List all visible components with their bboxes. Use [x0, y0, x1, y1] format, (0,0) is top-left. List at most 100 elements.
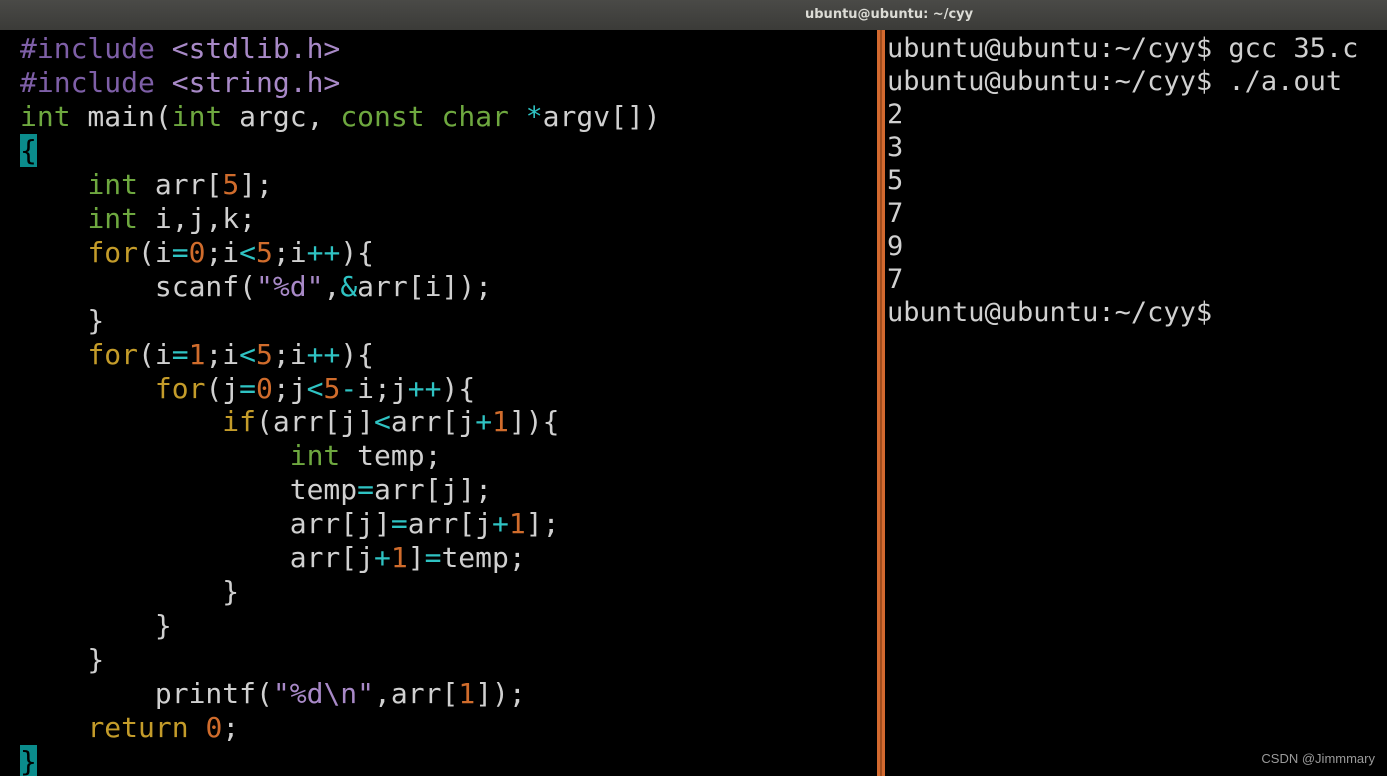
code-token: ;i: [205, 235, 240, 269]
code-token: ++: [306, 337, 341, 371]
code-token: *: [525, 99, 543, 133]
code-token: ];: [239, 167, 273, 201]
code-token: #include: [20, 32, 172, 65]
code-token: #include: [20, 65, 172, 99]
code-line: }: [20, 744, 37, 776]
code-line: arr[j]=arr[j+1];: [20, 507, 560, 541]
code-token: scanf(: [20, 269, 257, 303]
code-token: arr[j]: [20, 507, 391, 541]
code-token: ;i: [272, 337, 307, 371]
code-line: }: [20, 609, 172, 643]
code-token: <: [239, 337, 257, 371]
code-token: for: [87, 235, 139, 269]
code-token: const: [340, 99, 425, 133]
code-line: int temp;: [20, 439, 442, 473]
code-line: #include <stdlib.h>: [20, 32, 340, 66]
code-token: =: [239, 371, 257, 405]
vim-editor-pane[interactable]: #include <stdlib.h> #include <string.h> in…: [0, 30, 877, 776]
terminal-line: 5: [887, 165, 904, 196]
code-line: int arr[5];: [20, 167, 273, 202]
code-token: int: [289, 439, 341, 473]
code-token: <: [374, 405, 391, 439]
code-line: for(j=0;j<5-i;j++){: [20, 372, 475, 406]
code-token: <string.h>: [171, 65, 341, 99]
code-token: int: [87, 167, 139, 201]
code-token: "%d": [256, 269, 324, 303]
code-token: (i: [138, 337, 172, 371]
code-line: }: [20, 575, 239, 609]
code-line: int main(int argc, const char *argv[]): [20, 100, 661, 134]
code-token: int: [20, 99, 71, 133]
code-token: +: [492, 507, 509, 541]
terminal-window: ubuntu@ubuntu: ~/cyy #include <stdlib.h>…: [0, 0, 1387, 776]
code-token: argv[]): [542, 99, 661, 133]
code-token: ;i: [272, 235, 307, 269]
code-line: for(i=1;i<5;i++){: [20, 338, 374, 372]
watermark: CSDN @Jimmmary: [1261, 751, 1375, 766]
code-token: printf(: [20, 677, 273, 711]
code-token: arr[: [138, 167, 223, 201]
code-token: 5: [323, 371, 341, 405]
title-bar[interactable]: ubuntu@ubuntu: ~/cyy: [0, 0, 1387, 31]
code-token: arr[j: [20, 541, 375, 575]
code-token: +: [475, 405, 493, 439]
code-line: arr[j+1]=temp;: [20, 541, 526, 575]
code-token: arr[j: [390, 405, 476, 439]
code-token: for: [154, 371, 206, 405]
code-token: i,j,k;: [138, 201, 257, 235]
terminal-line: ubuntu@ubuntu:~/cyy$: [887, 297, 1213, 328]
code-token: =: [357, 473, 375, 507]
code-token: ){: [441, 371, 476, 405]
code-token: 1: [390, 541, 408, 575]
code-token: arr[j: [407, 507, 493, 541]
code-token: 1: [508, 507, 526, 541]
code-token: if: [222, 405, 257, 439]
code-token: -: [340, 371, 358, 405]
code-token: ;j: [272, 371, 307, 405]
code-token: ++: [407, 371, 442, 405]
code-line: }: [20, 304, 104, 338]
code-line: #include <string.h>: [20, 66, 340, 100]
code-token: temp;: [441, 541, 526, 575]
code-token: int: [87, 201, 139, 235]
terminal-line: 3: [887, 132, 904, 163]
code-token: arr[j];: [374, 473, 493, 507]
shell-output-pane[interactable]: ubuntu@ubuntu:~/cyy$ gcc 35.c ubuntu@ubun…: [885, 30, 1387, 776]
code-token: }: [20, 643, 105, 677]
code-token: return: [87, 711, 189, 744]
code-line: if(arr[j]<arr[j+1]){: [20, 405, 559, 439]
code-token: =: [171, 337, 189, 371]
pane-divider-line: [880, 30, 882, 776]
code-line: scanf("%d",&arr[i]);: [20, 270, 492, 304]
code-line: temp=arr[j];: [20, 473, 492, 507]
terminal-line: 2: [887, 99, 904, 130]
code-token: 1: [492, 405, 509, 439]
code-token: ;i: [205, 337, 240, 371]
code-token: }: [20, 303, 105, 337]
code-token: ]){: [508, 405, 560, 439]
pane-divider[interactable]: [877, 30, 885, 776]
code-token: }: [20, 609, 172, 643]
code-token: (i: [138, 235, 172, 269]
terminal-line: 9: [887, 231, 904, 262]
code-token: ;: [222, 711, 240, 744]
code-token: for: [87, 337, 139, 371]
code-line: printf("%d\n",arr[1]);: [20, 677, 526, 711]
code-token: <: [239, 235, 257, 269]
code-line: int i,j,k;: [20, 202, 256, 236]
code-token: 0: [205, 711, 223, 744]
code-line: {: [20, 133, 37, 168]
code-token: (j: [205, 371, 240, 405]
code-token: =: [390, 507, 408, 541]
window-title: ubuntu@ubuntu: ~/cyy: [805, 7, 974, 22]
code-token: char: [441, 99, 509, 133]
code-token: 1: [188, 337, 206, 371]
code-line: }: [20, 643, 104, 677]
code-token: "%d\n": [272, 677, 375, 711]
